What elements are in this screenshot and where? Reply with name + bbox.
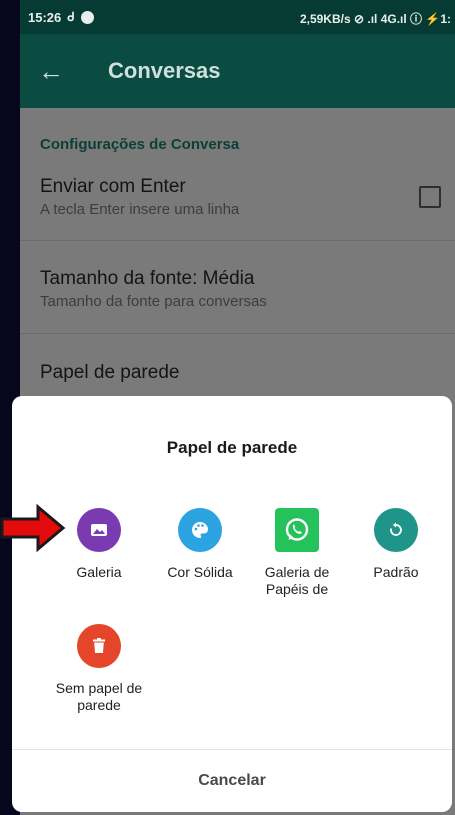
option-label: Sem papel de parede — [55, 680, 143, 713]
wallpaper-dialog: Papel de parede Galeria Cor Sólida Galer… — [12, 396, 452, 812]
pref-title: Papel de parede — [40, 362, 180, 383]
enter-send-checkbox[interactable] — [419, 186, 441, 208]
option-label: Cor Sólida — [167, 564, 233, 580]
data-saver-icon: ᑯ — [67, 10, 75, 24]
cancel-button[interactable]: Cancelar — [12, 772, 452, 790]
reset-icon — [374, 508, 418, 552]
pref-subtitle: Tamanho da fonte para conversas — [40, 293, 267, 310]
whatsapp-icon — [275, 508, 319, 552]
pref-title: Enviar com Enter — [40, 176, 186, 197]
pref-enviar-com-enter[interactable]: Enviar com Enter A tecla Enter insere um… — [20, 162, 455, 241]
divider — [12, 749, 452, 750]
option-label: Padrão — [373, 564, 419, 580]
page-title: Conversas — [108, 58, 221, 83]
section-header: Configurações de Conversa — [40, 136, 240, 153]
status-indicators: 2,59KB/s ⊘ .ıl 4G.ıl ⓘ ⚡1: — [299, 12, 451, 26]
app-toolbar: ← Conversas — [20, 34, 455, 108]
pref-title: Tamanho da fonte: Média — [40, 268, 255, 289]
option-galeria-papeis[interactable]: Galeria de Papéis de — [242, 508, 352, 598]
pref-tamanho-fonte[interactable]: Tamanho da fonte: Média Tamanho da fonte… — [20, 241, 455, 334]
pref-subtitle: A tecla Enter insere uma linha — [40, 201, 240, 218]
option-label: Galeria de Papéis de — [264, 564, 330, 597]
red-arrow-annotation — [0, 504, 66, 552]
status-bar: 15:26 ᑯ 2,59KB/s ⊘ .ıl 4G.ıl ⓘ ⚡1: — [20, 0, 455, 34]
option-cor-solida[interactable]: Cor Sólida — [145, 508, 255, 581]
arrow-left-icon[interactable]: ← — [38, 56, 68, 87]
status-time: 15:26 — [28, 9, 62, 25]
settings-list: Configurações de Conversa Enviar com Ent… — [20, 108, 455, 414]
dialog-title: Papel de parede — [166, 438, 298, 457]
navigation-icon — [80, 10, 94, 24]
image-icon — [77, 508, 121, 552]
option-padrao[interactable]: Padrão — [341, 508, 451, 581]
palette-icon — [178, 508, 222, 552]
option-sem-papel[interactable]: Sem papel de parede — [44, 624, 154, 714]
trash-icon — [77, 624, 121, 668]
option-label: Galeria — [76, 564, 122, 580]
